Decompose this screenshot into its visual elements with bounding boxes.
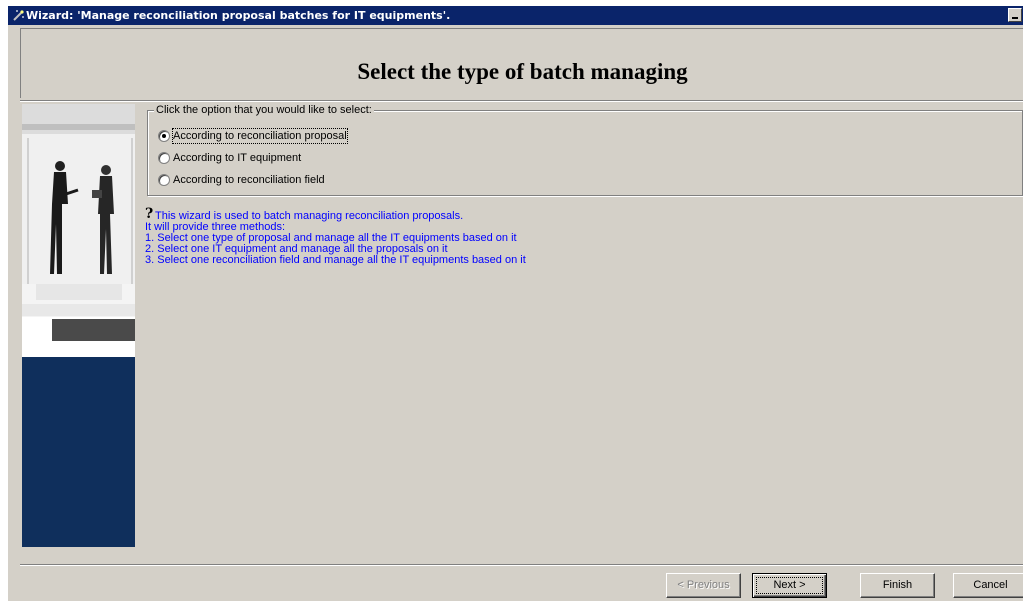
minimize-button[interactable] bbox=[1008, 8, 1022, 22]
info-line: This wizard is used to batch managing re… bbox=[155, 210, 464, 222]
radio-label-proposal[interactable]: According to reconciliation proposal bbox=[172, 128, 348, 144]
wizard-side-image bbox=[22, 104, 135, 547]
footer-divider bbox=[20, 564, 1023, 566]
info-line: 3. Select one reconciliation field and m… bbox=[145, 254, 526, 266]
radio-button-proposal[interactable] bbox=[158, 130, 170, 142]
focus-rect bbox=[756, 577, 823, 594]
finish-button[interactable]: Finish bbox=[860, 573, 935, 598]
header-divider bbox=[20, 100, 1023, 102]
info-text: ? This wizard is used to batch managing … bbox=[145, 207, 526, 266]
help-icon: ? bbox=[145, 206, 154, 222]
radio-label-field[interactable]: According to reconciliation field bbox=[172, 172, 326, 188]
previous-button[interactable]: < Previous bbox=[666, 573, 741, 598]
wizard-window: Wizard: 'Manage reconciliation proposal … bbox=[8, 6, 1023, 601]
next-button[interactable]: Next > bbox=[752, 573, 827, 598]
radio-label-it-equipment[interactable]: According to IT equipment bbox=[172, 150, 302, 166]
wizard-wand-icon bbox=[13, 10, 24, 21]
title-bar[interactable]: Wizard: 'Manage reconciliation proposal … bbox=[8, 6, 1023, 25]
window-title: Wizard: 'Manage reconciliation proposal … bbox=[26, 9, 451, 22]
page-title: Select the type of batch managing bbox=[357, 59, 688, 84]
wizard-header: Select the type of batch managing bbox=[20, 28, 1023, 98]
option-group-label: Click the option that you would like to … bbox=[154, 104, 374, 117]
radio-button-field[interactable] bbox=[158, 174, 170, 186]
cancel-button[interactable]: Cancel bbox=[953, 573, 1023, 598]
radio-button-it-equipment[interactable] bbox=[158, 152, 170, 164]
